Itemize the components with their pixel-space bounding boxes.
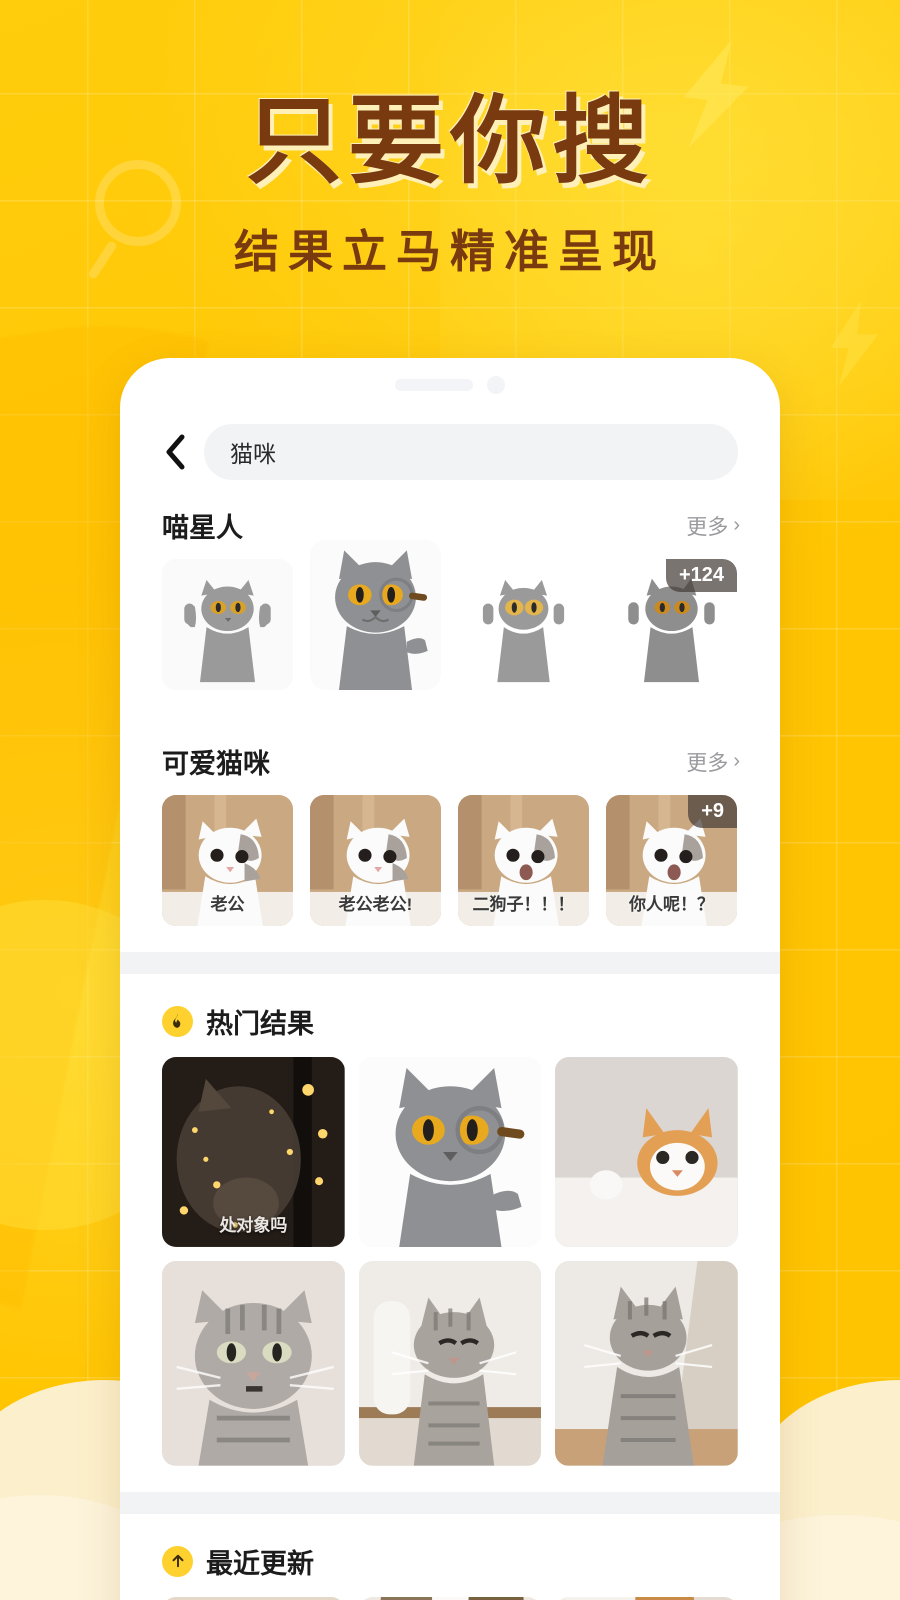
sticker-item[interactable] bbox=[310, 540, 441, 690]
sticker-item[interactable]: 二狗子！！！ bbox=[458, 795, 589, 926]
section-header-recent-updates: 最近更新 bbox=[120, 1514, 780, 1597]
section-title: 喵星人 bbox=[162, 513, 243, 543]
hero-section: 只要你搜 结果立马精准呈现 bbox=[0, 88, 900, 280]
sticker-caption: 你人呢！？ bbox=[629, 895, 714, 914]
more-link-miaoxingren[interactable]: 更多 › bbox=[686, 511, 740, 541]
grid-item[interactable] bbox=[162, 1260, 345, 1466]
more-link-cute-cat[interactable]: 更多 › bbox=[686, 747, 740, 777]
grid-item[interactable]: 处对象吗 bbox=[162, 1057, 345, 1247]
search-input-value: 猫咪 bbox=[230, 441, 276, 467]
grid-item[interactable] bbox=[162, 1596, 345, 1600]
phone-top-bar bbox=[120, 358, 780, 412]
sticker-item[interactable] bbox=[162, 559, 293, 690]
cat-sticker-art-large bbox=[310, 540, 441, 690]
kitten-art bbox=[555, 1596, 738, 1600]
sticker-caption: 老公老公! bbox=[338, 895, 413, 914]
page-subtitle: 结果立马精准呈现 bbox=[233, 225, 666, 277]
sticker-item[interactable] bbox=[458, 559, 589, 690]
grid-item[interactable] bbox=[358, 1260, 542, 1466]
kitten-art bbox=[358, 1596, 542, 1600]
grid-item[interactable] bbox=[555, 1596, 738, 1600]
arrow-up-icon bbox=[162, 1545, 193, 1577]
tabby-cat-art bbox=[162, 1260, 345, 1466]
section-divider bbox=[120, 1491, 780, 1514]
sticker-item[interactable]: +9 你人呢！？ bbox=[606, 795, 737, 926]
orange-cat-peek-art bbox=[555, 1057, 738, 1247]
tabby-cat-standing-art bbox=[358, 1260, 542, 1466]
grid-recent-updates bbox=[120, 1596, 780, 1600]
section-divider bbox=[120, 952, 780, 974]
phone-mockup: 猫咪 喵星人 更多 › +124 可爱猫咪 更多 › 老公 老公老公! 二狗子！… bbox=[120, 358, 780, 1600]
sticker-strip-cute-cat: 老公 老公老公! 二狗子！！！ +9 你人呢！？ bbox=[120, 795, 780, 952]
count-badge: +124 bbox=[665, 559, 737, 592]
sticker-strip-miaoxingren: +124 bbox=[120, 540, 780, 716]
sticker-item[interactable]: 老公老公! bbox=[310, 795, 441, 926]
cat-sticker-art bbox=[458, 559, 589, 690]
grid-item[interactable] bbox=[358, 1057, 542, 1247]
section-header-miaoxingren: 喵星人 更多 › bbox=[120, 480, 780, 559]
phone-camera bbox=[487, 376, 505, 394]
sticker-item[interactable]: 老公 bbox=[162, 795, 293, 926]
search-input[interactable]: 猫咪 bbox=[204, 424, 738, 480]
search-row: 猫咪 bbox=[120, 412, 780, 480]
sticker-caption: 二狗子！！！ bbox=[472, 895, 575, 914]
back-button[interactable] bbox=[160, 433, 190, 471]
section-header-cute-cat: 可爱猫咪 更多 › bbox=[120, 716, 780, 795]
grid-item[interactable] bbox=[358, 1596, 542, 1600]
chevron-right-icon: › bbox=[733, 514, 740, 536]
section-title: 最近更新 bbox=[206, 1548, 314, 1579]
card-sticker-packs: 喵星人 更多 › +124 可爱猫咪 更多 › 老公 老公老公! 二狗子！！！ … bbox=[120, 480, 780, 952]
phone-speaker bbox=[395, 379, 473, 391]
kitten-art bbox=[162, 1596, 345, 1600]
gray-cat-magnifier-art bbox=[358, 1057, 542, 1247]
grid-hot-results: 处对象吗 bbox=[120, 1057, 780, 1492]
section-title: 可爱猫咪 bbox=[162, 749, 270, 779]
more-label: 更多 bbox=[686, 751, 729, 775]
chevron-right-icon: › bbox=[733, 750, 740, 772]
more-label: 更多 bbox=[686, 515, 729, 539]
card-hot-results: 热门结果 处对象吗 bbox=[120, 974, 780, 1492]
card-recent-updates: 最近更新 bbox=[120, 1513, 780, 1600]
grid-item-caption: 处对象吗 bbox=[219, 1215, 288, 1235]
sticker-item[interactable]: +124 bbox=[606, 559, 737, 690]
section-header-hot-results: 热门结果 bbox=[120, 974, 780, 1057]
cat-sticker-art bbox=[162, 559, 293, 690]
grid-item[interactable] bbox=[555, 1057, 738, 1247]
grid-item[interactable] bbox=[555, 1260, 738, 1466]
tabby-cat-sitting-art bbox=[555, 1260, 738, 1466]
count-badge: +9 bbox=[688, 795, 737, 828]
section-title: 热门结果 bbox=[206, 1009, 314, 1039]
chevron-left-icon bbox=[163, 433, 187, 471]
flame-icon bbox=[162, 1006, 193, 1037]
page-title: 只要你搜 bbox=[246, 88, 654, 195]
sticker-caption: 老公 bbox=[210, 895, 245, 914]
